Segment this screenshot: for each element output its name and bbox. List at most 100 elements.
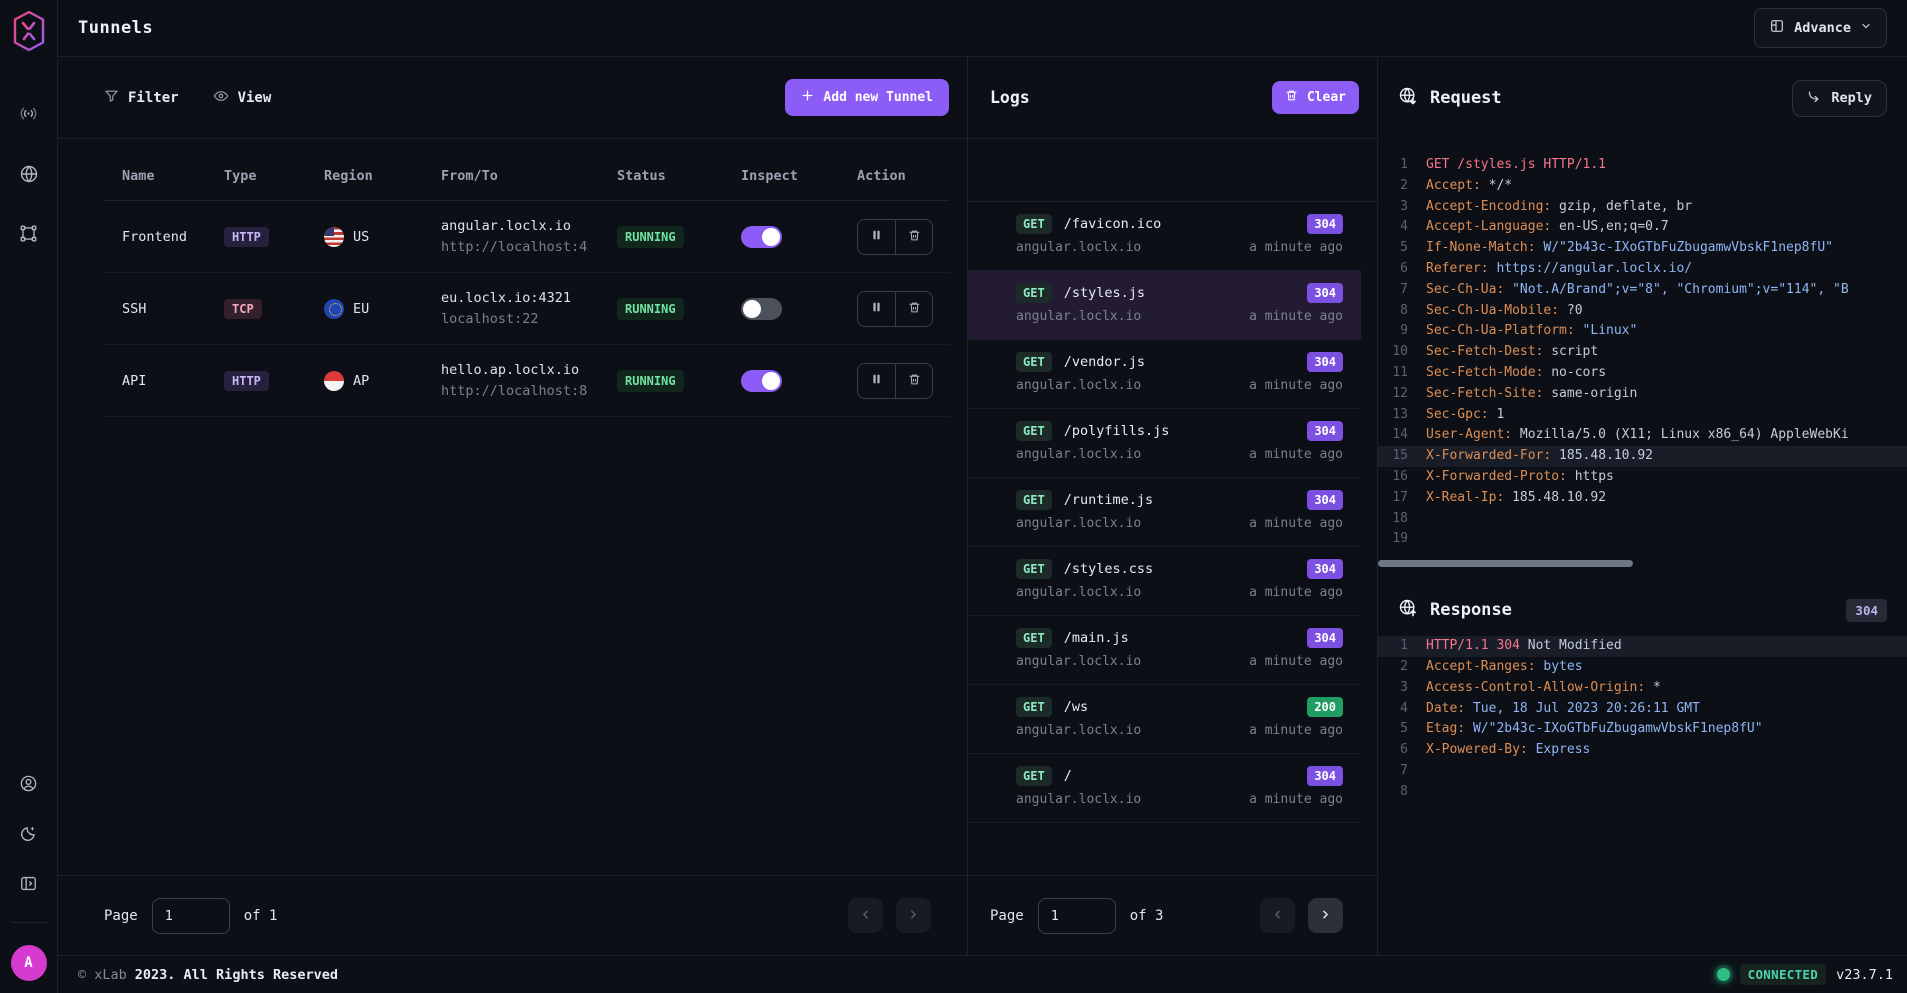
log-host: angular.loclx.io xyxy=(1016,240,1141,255)
inspect-toggle[interactable] xyxy=(741,370,782,392)
table-row: APIHTTPAPhello.ap.loclx.iohttp://localho… xyxy=(104,345,949,417)
sidebar-item-support[interactable] xyxy=(12,768,46,802)
code-line: 14User-Agent: Mozilla/5.0 (X11; Linux x8… xyxy=(1378,425,1907,446)
log-line-2: angular.loclx.ioa minute ago xyxy=(1016,447,1343,462)
line-number: 5 xyxy=(1378,238,1408,259)
line-number: 4 xyxy=(1378,699,1408,720)
code-text: Sec-Ch-Ua-Mobile: ?0 xyxy=(1408,301,1583,322)
code-segment: GET /styles.js HTTP/1.1 xyxy=(1426,157,1606,172)
delete-button[interactable] xyxy=(895,364,932,398)
sidebar-item-theme[interactable] xyxy=(12,818,46,852)
log-entry[interactable]: GET/runtime.js304angular.loclx.ioa minut… xyxy=(968,478,1361,547)
tunnel-fromto-cell: angular.loclx.iohttp://localhost:4 xyxy=(441,216,617,258)
next-page-button[interactable] xyxy=(896,898,931,933)
tunnel-name: Frontend xyxy=(122,229,224,245)
avatar[interactable]: A xyxy=(11,945,47,981)
log-entry[interactable]: GET/vendor.js304angular.loclx.ioa minute… xyxy=(968,340,1361,409)
flag-ap-icon xyxy=(324,371,344,391)
prev-page-button[interactable] xyxy=(1260,898,1295,933)
globe-request-icon xyxy=(1398,86,1418,110)
next-page-button[interactable] xyxy=(1308,898,1343,933)
tunnel-status-cell: RUNNING xyxy=(617,226,741,248)
filter-button[interactable]: Filter xyxy=(104,88,179,107)
tunnels-panel: Filter View Add new Tunnel xyxy=(58,57,968,955)
code-segment: If-None-Match: xyxy=(1426,240,1536,255)
line-number: 1 xyxy=(1378,155,1408,176)
log-entry[interactable]: GET/polyfills.js304angular.loclx.ioa min… xyxy=(968,409,1361,478)
line-number: 6 xyxy=(1378,259,1408,280)
status-badge: RUNNING xyxy=(617,370,684,392)
app-root: A Tunnels Advance xyxy=(0,0,1907,993)
flag-us-icon xyxy=(324,227,344,247)
app-logo-icon[interactable] xyxy=(12,10,46,52)
prev-page-button[interactable] xyxy=(848,898,883,933)
tunnel-actions xyxy=(857,291,933,327)
log-entry[interactable]: GET/styles.css304angular.loclx.ioa minut… xyxy=(968,547,1361,616)
page-total: of 1 xyxy=(244,908,278,924)
tunnels-page-input[interactable] xyxy=(152,898,230,934)
frame-selection-icon xyxy=(19,224,38,246)
log-entry[interactable]: GET/styles.js304angular.loclx.ioa minute… xyxy=(968,271,1361,340)
log-entry[interactable]: GET/main.js304angular.loclx.ioa minute a… xyxy=(968,616,1361,685)
sidebar-item-collapse[interactable] xyxy=(12,868,46,902)
code-text: Sec-Fetch-Dest: script xyxy=(1408,342,1598,363)
log-entry[interactable]: GET/favicon.ico304angular.loclx.ioa minu… xyxy=(968,202,1361,271)
log-path: /favicon.ico xyxy=(1064,216,1162,232)
code-segment: https://angular.loclx.io/ xyxy=(1489,261,1693,276)
eye-icon xyxy=(213,88,229,108)
inspect-toggle[interactable] xyxy=(741,226,782,248)
method-badge: GET xyxy=(1016,766,1052,786)
method-badge: GET xyxy=(1016,352,1052,372)
pause-button[interactable] xyxy=(858,220,895,254)
add-tunnel-button[interactable]: Add new Tunnel xyxy=(785,79,949,116)
tunnel-rows: FrontendHTTPUSangular.loclx.iohttp://loc… xyxy=(104,201,949,417)
sidebar-item-selection[interactable] xyxy=(12,218,46,252)
code-segment: Express xyxy=(1528,742,1591,757)
tunnel-name: SSH xyxy=(122,301,224,317)
code-line: 7Sec-Ch-Ua: "Not.A/Brand";v="8", "Chromi… xyxy=(1378,280,1907,301)
region-label: EU xyxy=(353,301,369,317)
reply-button[interactable]: Reply xyxy=(1792,80,1887,117)
tunnel-status-cell: RUNNING xyxy=(617,370,741,392)
line-number: 8 xyxy=(1378,782,1408,803)
log-line-2: angular.loclx.ioa minute ago xyxy=(1016,516,1343,531)
log-status-badge: 304 xyxy=(1307,352,1343,372)
logs-page-input[interactable] xyxy=(1038,898,1116,934)
delete-button[interactable] xyxy=(895,220,932,254)
method-badge: GET xyxy=(1016,697,1052,717)
clear-logs-button[interactable]: Clear xyxy=(1272,81,1359,114)
code-segment: 185.48.10.92 xyxy=(1551,448,1653,463)
code-text: Accept-Language: en-US,en;q=0.7 xyxy=(1408,217,1669,238)
delete-button[interactable] xyxy=(895,292,932,326)
sidebar-item-tunnels[interactable] xyxy=(12,98,46,132)
tunnel-name: API xyxy=(122,373,224,389)
line-number: 13 xyxy=(1378,405,1408,426)
pause-button[interactable] xyxy=(858,292,895,326)
tunnel-region-cell: EU xyxy=(324,299,441,319)
log-host: angular.loclx.io xyxy=(1016,654,1141,669)
trash-icon xyxy=(908,301,921,317)
code-segment: X-Forwarded-Proto: xyxy=(1426,469,1567,484)
layout-icon xyxy=(1769,18,1785,38)
code-line: 4Date: Tue, 18 Jul 2023 20:26:11 GMT xyxy=(1378,699,1907,720)
plus-icon xyxy=(801,89,814,106)
code-segment: https xyxy=(1567,469,1614,484)
log-time: a minute ago xyxy=(1249,309,1343,324)
scrollbar-thumb[interactable] xyxy=(1378,560,1633,567)
log-entry[interactable]: GET/304angular.loclx.ioa minute ago xyxy=(968,754,1361,823)
tunnel-region-cell: AP xyxy=(324,371,441,391)
code-segment: Tue, 18 Jul 2023 20:26:11 GMT xyxy=(1465,701,1700,716)
tunnel-action-cell xyxy=(857,291,949,327)
advance-button[interactable]: Advance xyxy=(1754,8,1887,48)
log-entry[interactable]: GET/ws200angular.loclx.ioa minute ago xyxy=(968,685,1361,754)
code-text: Sec-Gpc: 1 xyxy=(1408,405,1504,426)
pause-button[interactable] xyxy=(858,364,895,398)
code-segment: Sec-Fetch-Mode: xyxy=(1426,365,1543,380)
inspect-toggle[interactable] xyxy=(741,298,782,320)
log-host: angular.loclx.io xyxy=(1016,516,1141,531)
code-segment: Accept-Encoding: xyxy=(1426,199,1551,214)
sidebar-item-domains[interactable] xyxy=(12,158,46,192)
code-line: 10Sec-Fetch-Dest: script xyxy=(1378,342,1907,363)
view-button[interactable]: View xyxy=(213,88,272,108)
code-text: If-None-Match: W/"2b43c-IXoGTbFuZbugamwV… xyxy=(1408,238,1833,259)
